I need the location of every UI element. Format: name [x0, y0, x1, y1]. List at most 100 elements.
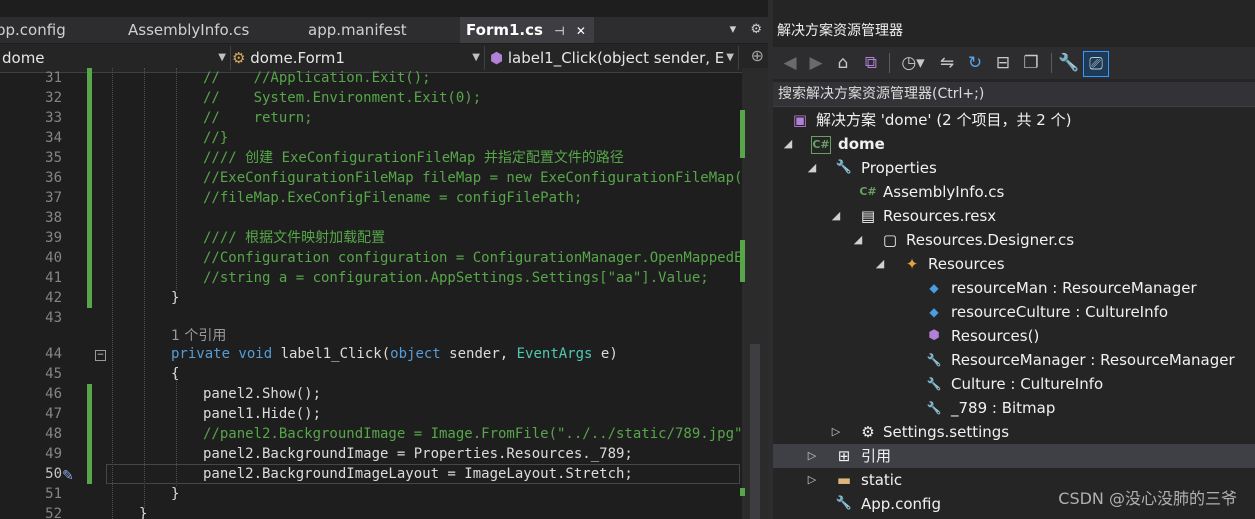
tab-form1-label: Form1.cs: [466, 21, 543, 39]
tab-overflow-icon[interactable]: ▾: [730, 22, 737, 37]
home-icon[interactable]: ⌂: [831, 51, 855, 75]
line-number: 42: [45, 290, 62, 306]
preview-selected-items-icon[interactable]: ⎚: [1083, 51, 1109, 77]
code-line: 32 // System.Environment.Exit(0);: [0, 88, 742, 108]
change-marker: [87, 188, 92, 208]
expand-arrow-icon[interactable]: ◢: [873, 252, 887, 276]
code-text: {: [171, 366, 180, 382]
code-text: //string a = configuration.AppSettings.S…: [203, 270, 709, 286]
vertical-scrollbar[interactable]: [740, 68, 768, 519]
tree-item-solution[interactable]: ▣ 解决方案 'dome' (2 个项目，共 2 个): [773, 108, 1255, 132]
collapse-all-icon[interactable]: ⊟: [991, 51, 1015, 75]
change-marker: [87, 268, 92, 288]
tree-item-label: 引用: [861, 447, 892, 465]
code-text: // return;: [203, 110, 313, 126]
solution-search-input[interactable]: 搜索解决方案资源管理器(Ctrl+;): [773, 82, 1255, 107]
code-line: 34 //}: [0, 128, 742, 148]
scrollbar-thumb[interactable]: [750, 344, 760, 519]
tree-item-resources-ctor[interactable]: ⬢ Resources(): [773, 324, 1255, 348]
line-number: 48: [45, 426, 62, 442]
expand-arrow-icon[interactable]: ◢: [829, 204, 843, 228]
tab-form1[interactable]: Form1.cs ⊣ ✕: [460, 17, 594, 43]
settings-icon: ⚙: [861, 423, 875, 441]
field-icon: ◆: [929, 305, 939, 319]
tab-app-config[interactable]: pp.config: [0, 17, 108, 43]
expand-arrow-icon[interactable]: ◢: [805, 156, 819, 180]
line-number: 47: [45, 406, 62, 422]
tree-item-settings[interactable]: ▷ ⚙ Settings.settings: [773, 420, 1255, 444]
tab-app-manifest[interactable]: app.manifest: [302, 17, 458, 43]
code-line: 49 panel2.BackgroundImage = Properties.R…: [0, 444, 742, 464]
line-number: 52: [45, 506, 62, 519]
resx-file-icon: ▤: [860, 207, 876, 225]
quick-actions-brush-icon[interactable]: ✎: [62, 468, 74, 484]
reference-count-lens[interactable]: 1 个引用: [171, 326, 226, 346]
class-dropdown[interactable]: ⚙ dome.Form1 ▼: [232, 46, 485, 70]
code-area[interactable]: 31 // //Application.Exit(); 32 // System…: [0, 68, 742, 519]
tree-item-resources-class[interactable]: ◢ ✦ Resources: [773, 252, 1255, 276]
tree-item-label: dome: [838, 135, 885, 153]
change-marker: [87, 444, 92, 464]
change-marker: [87, 168, 92, 188]
tab-assemblyinfo[interactable]: AssemblyInfo.cs: [122, 17, 300, 43]
change-marker: [87, 384, 92, 404]
line-number: 45: [45, 366, 62, 382]
change-mark: [740, 488, 745, 496]
code-text: //// 根据文件映射加载配置: [203, 230, 386, 246]
tree-item-resourcemanager[interactable]: 🔧 ResourceManager : ResourceManager: [773, 348, 1255, 372]
line-number: 51: [45, 486, 62, 502]
code-text: // System.Environment.Exit(0);: [203, 90, 482, 106]
property-icon: 🔧: [926, 401, 942, 415]
pin-icon[interactable]: ⊣: [554, 24, 564, 38]
tree-item-789-bitmap[interactable]: 🔧 _789 : Bitmap: [773, 396, 1255, 420]
property-icon: 🔧: [926, 353, 942, 367]
expand-arrow-icon[interactable]: ▷: [805, 468, 819, 492]
solution-explorer-toolbar: ◀ ▶ ⌂ ⧉ ◷▾ ⇋ ↻ ⊟ ❐ 🔧 ⎚: [773, 47, 1255, 79]
tree-item-label: _789 : Bitmap: [951, 399, 1056, 417]
split-window-icon[interactable]: ⊕: [751, 46, 764, 65]
tree-item-resourceman[interactable]: ◆ resourceMan : ResourceManager: [773, 276, 1255, 300]
show-all-files-icon[interactable]: ❐: [1019, 51, 1043, 75]
switch-views-icon[interactable]: ⧉: [859, 51, 883, 75]
code-editor-pane: pp.config AssemblyInfo.cs app.manifest F…: [0, 0, 768, 519]
line-number: 34: [45, 130, 62, 146]
member-dropdown[interactable]: ⬢ label1_Click(object sender, E ▼: [490, 46, 739, 70]
expand-arrow-icon[interactable]: ▷: [829, 420, 843, 444]
line-number: 33: [45, 110, 62, 126]
line-number: 36: [45, 170, 62, 186]
refresh-icon[interactable]: ↻: [963, 51, 987, 75]
designer-file-icon: ▢: [882, 231, 898, 249]
line-number: 44: [45, 346, 62, 362]
tree-item-references[interactable]: ▷ ⊞ 引用: [773, 444, 1255, 468]
tree-item-culture[interactable]: 🔧 Culture : CultureInfo: [773, 372, 1255, 396]
tree-item-project-dome[interactable]: ◢ C# dome: [773, 132, 1255, 156]
tree-item-resourceculture[interactable]: ◆ resourceCulture : CultureInfo: [773, 300, 1255, 324]
expand-arrow-icon[interactable]: ◢: [851, 228, 865, 252]
collapse-icon[interactable]: −: [95, 350, 106, 361]
sync-with-active-document-icon[interactable]: ⇋: [935, 51, 959, 75]
tab-bar-controls: ▾ ⚙: [730, 17, 762, 43]
back-icon[interactable]: ◀: [779, 51, 801, 75]
forward-icon[interactable]: ▶: [805, 51, 827, 75]
tree-item-assemblyinfo[interactable]: C# AssemblyInfo.cs: [773, 180, 1255, 204]
tree-item-label: Culture : CultureInfo: [951, 375, 1104, 393]
change-marker: [87, 148, 92, 168]
tree-item-label: 解决方案 'dome' (2 个项目，共 2 个): [816, 111, 1072, 129]
code-line: 42 }: [0, 288, 742, 308]
change-marker: [87, 68, 92, 88]
pending-changes-filter-icon[interactable]: ◷▾: [895, 51, 931, 75]
expand-arrow-icon[interactable]: ◢: [781, 132, 795, 156]
code-text: //panel2.BackgroundImage = Image.FromFil…: [203, 426, 742, 442]
gear-icon[interactable]: ⚙: [750, 22, 762, 37]
properties-wrench-icon[interactable]: 🔧: [1057, 51, 1081, 75]
code-text: //Configuration configuration = Configur…: [203, 250, 742, 266]
line-number: 50: [45, 466, 62, 482]
close-tab-icon[interactable]: ✕: [576, 24, 586, 38]
tree-item-resources-designer[interactable]: ◢ ▢ Resources.Designer.cs: [773, 228, 1255, 252]
tree-item-properties[interactable]: ◢ 🔧 Properties: [773, 156, 1255, 180]
tree-item-resources-resx[interactable]: ◢ ▤ Resources.resx: [773, 204, 1255, 228]
expand-arrow-icon[interactable]: ▷: [805, 444, 819, 468]
code-line: 33 // return;: [0, 108, 742, 128]
change-mark: [740, 110, 745, 158]
project-dropdown[interactable]: dome ▼: [0, 46, 231, 70]
